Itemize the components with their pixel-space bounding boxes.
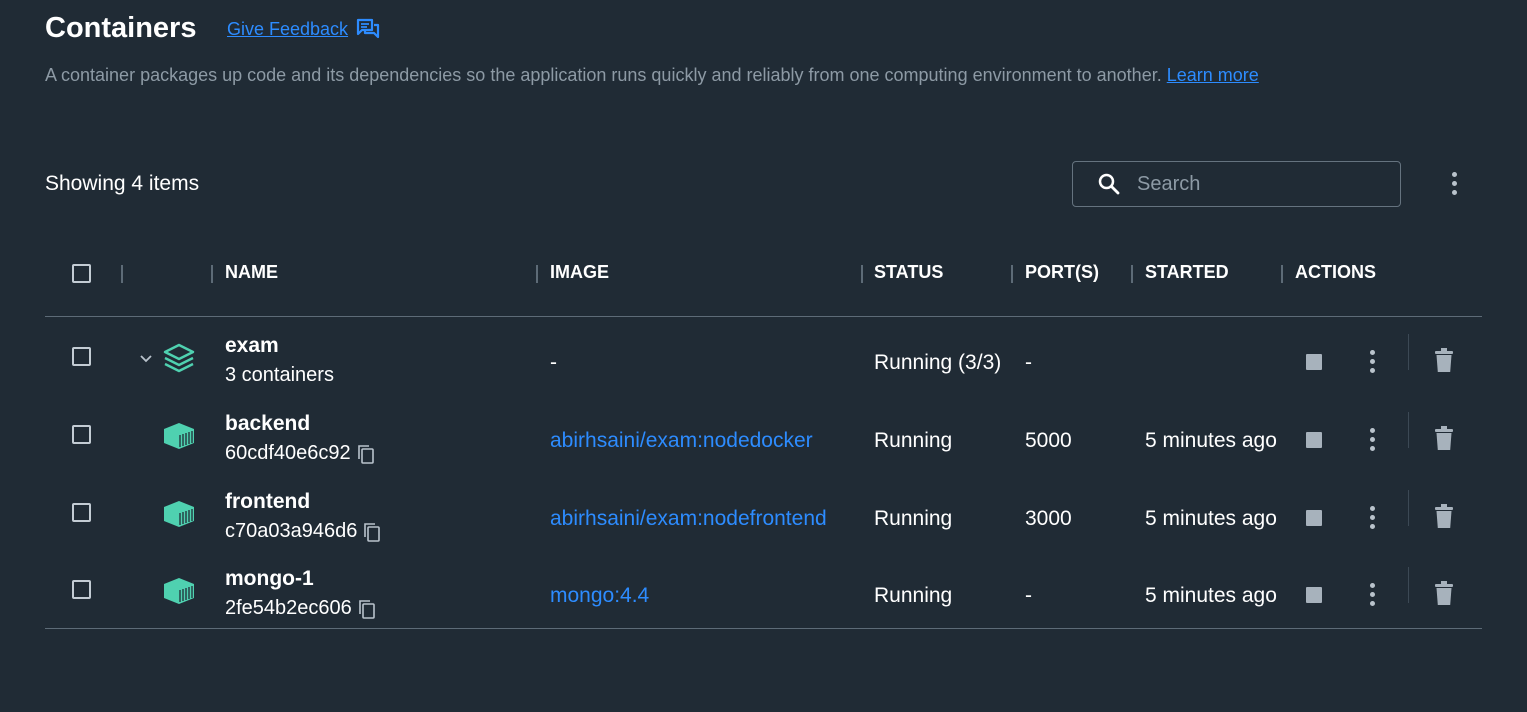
- stop-icon[interactable]: [1306, 587, 1322, 603]
- description-text: A container packages up code and its dep…: [45, 65, 1162, 85]
- started-cell: 5 minutes ago: [1145, 429, 1277, 452]
- column-divider: [1011, 265, 1013, 283]
- row-more-icon[interactable]: [1362, 350, 1382, 376]
- column-header-status[interactable]: STATUS: [874, 262, 943, 283]
- item-count: Showing 4 items: [45, 172, 200, 195]
- row-checkbox[interactable]: [72, 580, 91, 599]
- container-icon: [164, 423, 194, 449]
- search-input[interactable]: [1135, 171, 1389, 197]
- status-cell: Running: [874, 507, 953, 530]
- copy-icon[interactable]: [357, 444, 375, 464]
- stack-icon: [163, 343, 195, 373]
- container-count: 3 containers: [225, 364, 334, 387]
- table-header-divider: [45, 316, 1482, 317]
- column-header-name[interactable]: NAME: [225, 262, 278, 283]
- image-cell: -: [550, 351, 557, 374]
- column-divider: [861, 265, 863, 283]
- started-cell: 5 minutes ago: [1145, 584, 1277, 607]
- stop-icon[interactable]: [1306, 432, 1322, 448]
- container-id-text: 60cdf40e6c92: [225, 442, 351, 464]
- column-divider: [536, 265, 538, 283]
- container-id: 60cdf40e6c92: [225, 442, 375, 465]
- container-id: c70a03a946d6: [225, 520, 381, 543]
- learn-more-link[interactable]: Learn more: [1167, 65, 1259, 85]
- give-feedback-link[interactable]: Give Feedback: [227, 18, 380, 40]
- action-divider: [1408, 490, 1409, 526]
- action-divider: [1408, 334, 1409, 370]
- trash-icon[interactable]: [1434, 504, 1454, 529]
- container-name[interactable]: backend: [225, 412, 310, 436]
- status-cell: Running: [874, 429, 953, 452]
- feedback-icon: [356, 18, 380, 39]
- container-id-text: 2fe54b2ec606: [225, 597, 352, 619]
- container-name[interactable]: exam: [225, 334, 279, 358]
- stop-icon[interactable]: [1306, 354, 1322, 370]
- row-more-icon[interactable]: [1362, 506, 1382, 532]
- column-divider: [1281, 265, 1283, 283]
- copy-icon[interactable]: [363, 522, 381, 542]
- row-checkbox[interactable]: [72, 347, 91, 366]
- column-divider: [1131, 265, 1133, 283]
- column-header-image[interactable]: IMAGE: [550, 262, 609, 283]
- table-row[interactable]: exam 3 containers - Running (3/3) -: [0, 330, 1527, 408]
- image-link[interactable]: abirhsaini/exam:nodedocker: [550, 429, 813, 453]
- column-header-started[interactable]: STARTED: [1145, 262, 1229, 283]
- table-row[interactable]: frontend c70a03a946d6 abirhsaini/exam:no…: [0, 486, 1527, 564]
- page-description: A container packages up code and its dep…: [45, 65, 1259, 86]
- ports-cell: -: [1025, 351, 1032, 374]
- started-cell: 5 minutes ago: [1145, 507, 1277, 530]
- search-icon: [1098, 173, 1120, 195]
- trash-icon[interactable]: [1434, 581, 1454, 606]
- ports-cell[interactable]: 3000: [1025, 507, 1072, 531]
- container-id-text: c70a03a946d6: [225, 520, 358, 542]
- ports-cell[interactable]: 5000: [1025, 429, 1072, 453]
- container-icon: [164, 578, 194, 604]
- chevron-down-icon[interactable]: [138, 350, 154, 366]
- table-bottom-divider: [45, 628, 1482, 629]
- give-feedback-label: Give Feedback: [227, 18, 349, 39]
- column-divider: [121, 265, 123, 283]
- search-box[interactable]: [1072, 161, 1401, 207]
- container-count-text: 3 containers: [225, 364, 334, 386]
- select-all-checkbox[interactable]: [72, 264, 91, 283]
- copy-icon[interactable]: [358, 599, 376, 619]
- container-name[interactable]: mongo-1: [225, 567, 314, 591]
- container-id: 2fe54b2ec606: [225, 597, 376, 620]
- more-options-icon[interactable]: [1444, 172, 1464, 198]
- row-more-icon[interactable]: [1362, 583, 1382, 609]
- table-header: NAME IMAGE STATUS PORT(S) STARTED ACTION…: [0, 262, 1527, 288]
- stop-icon[interactable]: [1306, 510, 1322, 526]
- image-link[interactable]: mongo:4.4: [550, 584, 649, 608]
- status-cell: Running (3/3): [874, 351, 1002, 374]
- action-divider: [1408, 567, 1409, 603]
- action-divider: [1408, 412, 1409, 448]
- image-link[interactable]: abirhsaini/exam:nodefrontend: [550, 507, 827, 531]
- row-more-icon[interactable]: [1362, 428, 1382, 454]
- table-row[interactable]: backend 60cdf40e6c92 abirhsaini/exam:nod…: [0, 408, 1527, 486]
- row-checkbox[interactable]: [72, 503, 91, 522]
- column-divider: [211, 265, 213, 283]
- page-title: Containers: [45, 12, 197, 44]
- column-header-actions: ACTIONS: [1295, 262, 1376, 282]
- table-row[interactable]: mongo-1 2fe54b2ec606 mongo:4.4 Running -…: [0, 563, 1527, 641]
- trash-icon[interactable]: [1434, 426, 1454, 451]
- row-checkbox[interactable]: [72, 425, 91, 444]
- status-cell: Running: [874, 584, 953, 607]
- trash-icon[interactable]: [1434, 348, 1454, 373]
- column-header-ports[interactable]: PORT(S): [1025, 262, 1099, 283]
- container-name[interactable]: frontend: [225, 490, 310, 514]
- ports-cell: -: [1025, 584, 1032, 607]
- container-icon: [164, 501, 194, 527]
